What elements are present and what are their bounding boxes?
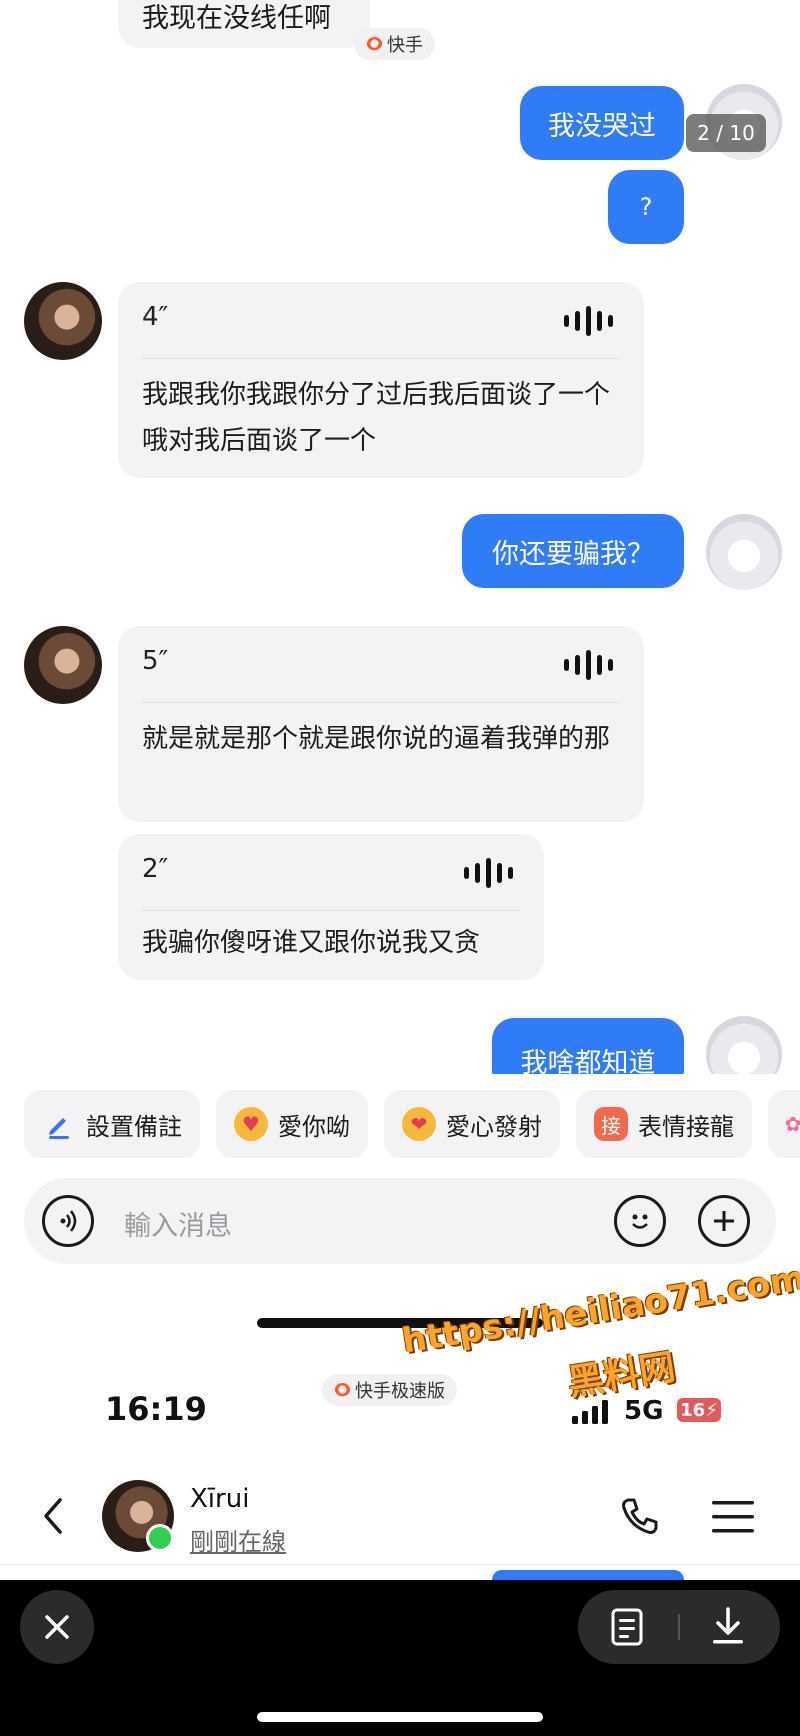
voice-message-bubble[interactable]: 5″ 就是就是那个就是跟你说的逼着我弹的那 (118, 626, 644, 822)
hearts-emoji-icon: ❤ (402, 1107, 436, 1141)
message-text: 我现在没线任啊 (142, 3, 331, 34)
image-counter-badge: 2 / 10 (686, 114, 766, 152)
pencil-icon (42, 1107, 76, 1141)
quick-action-heart-launch[interactable]: ❤ 愛心發射 (384, 1090, 560, 1158)
emoji-icon[interactable] (614, 1195, 666, 1247)
phone-icon[interactable] (618, 1494, 662, 1538)
voice-duration: 5″ (142, 646, 169, 676)
divider (142, 702, 620, 703)
online-status: 剛剛在線 (190, 1528, 286, 1556)
message-text: ? (639, 193, 653, 221)
message-text: 我啥都知道 (520, 1047, 656, 1075)
message-text: 我没哭过 (548, 110, 656, 142)
voice-duration: 4″ (142, 302, 169, 332)
download-icon[interactable] (710, 1606, 746, 1646)
document-icon[interactable] (610, 1608, 644, 1646)
my-avatar[interactable] (706, 1016, 782, 1074)
voice-waveform-icon (564, 650, 613, 680)
quick-action-emoji-relay[interactable]: 接 表情接龍 (576, 1090, 752, 1158)
message-input[interactable]: 輸入消息 (124, 1204, 232, 1243)
outgoing-message-bubble[interactable]: 我啥都知道 (492, 1018, 684, 1074)
contact-avatar[interactable] (24, 282, 102, 360)
voice-transcript: 就是就是那个就是跟你说的逼着我弹的那 (142, 724, 611, 754)
voice-duration: 2″ (142, 854, 169, 884)
outgoing-message-bubble[interactable]: 我没哭过 (520, 86, 684, 160)
quick-action-set-remark[interactable]: 設置備註 (24, 1090, 200, 1158)
outgoing-message-bubble[interactable]: ? (608, 170, 684, 244)
viewer-actions (578, 1590, 780, 1664)
status-time: 16:19 (105, 1390, 207, 1428)
jie-badge-icon: 接 (594, 1107, 628, 1141)
kuaishou-logo-icon: ⵔ (366, 33, 383, 55)
voice-message-bubble[interactable]: 2″ 我骗你傻呀谁又跟你说我又贪 (118, 834, 544, 980)
chat-clip: 我啥都知道 (0, 1000, 800, 1074)
message-text: 你还要骗我？ (492, 538, 654, 570)
plus-icon[interactable] (698, 1195, 750, 1247)
divider (142, 910, 520, 911)
menu-icon[interactable] (712, 1500, 754, 1534)
voice-transcript: 我跟我你我跟你分了过后我后面谈了一个哦对我后面谈了一个 (142, 380, 611, 456)
header-divider (0, 1564, 800, 1565)
voice-input-icon[interactable] (42, 1195, 94, 1247)
incoming-message-bubble[interactable]: 我现在没线任啊 (118, 0, 370, 48)
watermark-url: https://heiliao71.com (399, 1258, 800, 1362)
quick-action-more[interactable]: ✿ (768, 1090, 800, 1158)
outgoing-message-bubble[interactable]: 你还要骗我？ (462, 514, 684, 588)
voice-waveform-icon (564, 306, 613, 336)
flower-icon: ✿ (784, 1112, 800, 1136)
kuaishou-lite-badge: ⵔ 快手极速版 (322, 1374, 457, 1406)
kuaishou-logo-icon: ⵔ (334, 1379, 351, 1401)
divider (142, 358, 620, 359)
heart-eyes-emoji-icon: ♥ (234, 1107, 268, 1141)
voice-message-bubble[interactable]: 4″ 我跟我你我跟你分了过后我后面谈了一个哦对我后面谈了一个 (118, 282, 644, 478)
close-button[interactable] (20, 1590, 94, 1664)
back-arrow-icon[interactable] (38, 1496, 68, 1536)
home-indicator (257, 1712, 543, 1722)
voice-transcript: 我骗你傻呀谁又跟你说我又贪 (142, 928, 481, 958)
quick-action-love-you[interactable]: ♥ 愛你呦 (216, 1090, 368, 1158)
toolbar-separator (678, 1614, 680, 1640)
voice-waveform-icon (464, 858, 513, 888)
kuaishou-badge: ⵔ 快手 (354, 28, 435, 60)
network-type: 5G (624, 1396, 664, 1426)
close-icon (45, 1615, 69, 1639)
online-indicator-icon (146, 1524, 174, 1552)
message-input-bar: 輸入消息 (24, 1178, 776, 1264)
next-bubble-peek (492, 1570, 684, 1580)
battery-icon: 16⚡ (677, 1398, 721, 1422)
contact-avatar[interactable] (24, 626, 102, 704)
my-avatar[interactable] (706, 514, 782, 590)
contact-name: Xīrui (190, 1484, 250, 1514)
